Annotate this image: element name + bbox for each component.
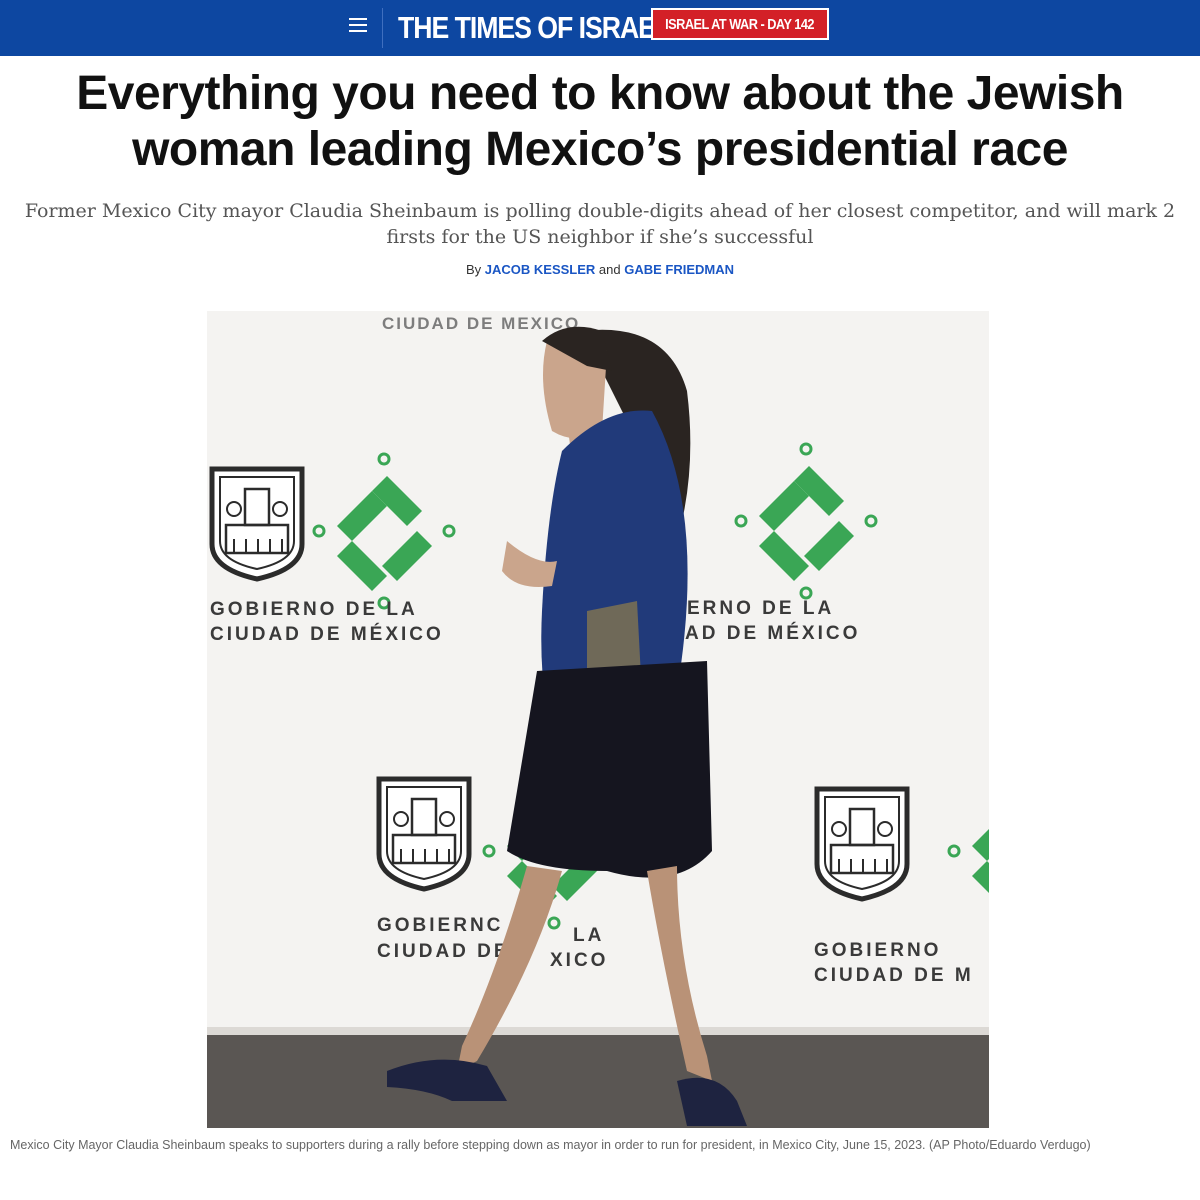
photo-illustration: CIUDAD DE MEXICO GOBIERNO DE LA CIUDAD D…: [207, 311, 989, 1128]
org-label-br-line1: GOBIERNO: [814, 940, 941, 961]
headline-line-1: Everything you need to know about the Je…: [76, 67, 1124, 120]
war-day-badge-label: ISRAEL AT WAR - DAY 142: [665, 15, 815, 33]
author-link-gabe-friedman[interactable]: GABE FRIEDMAN: [624, 262, 734, 277]
war-day-badge[interactable]: ISRAEL AT WAR - DAY 142: [651, 8, 829, 40]
byline: By JACOB KESSLER and GABE FRIEDMAN: [0, 262, 1200, 277]
byline-and: and: [598, 262, 621, 277]
byline-prefix: By: [465, 262, 482, 277]
site-header: THE TIMES OF ISRAEL ISRAEL AT WAR - DAY …: [0, 0, 1200, 56]
org-label-right-line1: ERNO DE LA: [687, 598, 834, 619]
headline-line-2: woman leading Mexico’s presidential race: [132, 123, 1068, 176]
org-label-line1: GOBIERNO DE LA: [210, 599, 418, 620]
org-label-mid-line2b: XICO: [550, 950, 608, 971]
article-photo: CIUDAD DE MEXICO GOBIERNO DE LA CIUDAD D…: [207, 311, 989, 1128]
article-subhead: Former Mexico City mayor Claudia Sheinba…: [24, 200, 1176, 248]
author-link-jacob-kessler[interactable]: JACOB KESSLER: [485, 262, 596, 277]
org-label-mid-line1b: LA: [573, 925, 604, 946]
backdrop-top-text: CIUDAD DE MEXICO: [382, 314, 580, 333]
org-label-br-line2: CIUDAD DE M: [814, 965, 974, 986]
org-label-mid-line2: CIUDAD DE: [377, 941, 510, 962]
site-logo[interactable]: THE TIMES OF ISRAEL: [398, 6, 671, 50]
photo-caption: Mexico City Mayor Claudia Sheinbaum spea…: [10, 1138, 1091, 1152]
hamburger-menu-icon[interactable]: [346, 14, 370, 38]
org-label-mid-line1: GOBIERNC: [377, 915, 503, 936]
header-divider: [382, 8, 383, 48]
org-label-right-line2: AD DE MÉXICO: [685, 622, 860, 644]
org-label-line2: CIUDAD DE MÉXICO: [210, 623, 444, 645]
article-headline: Everything you need to know about the Je…: [0, 66, 1200, 178]
